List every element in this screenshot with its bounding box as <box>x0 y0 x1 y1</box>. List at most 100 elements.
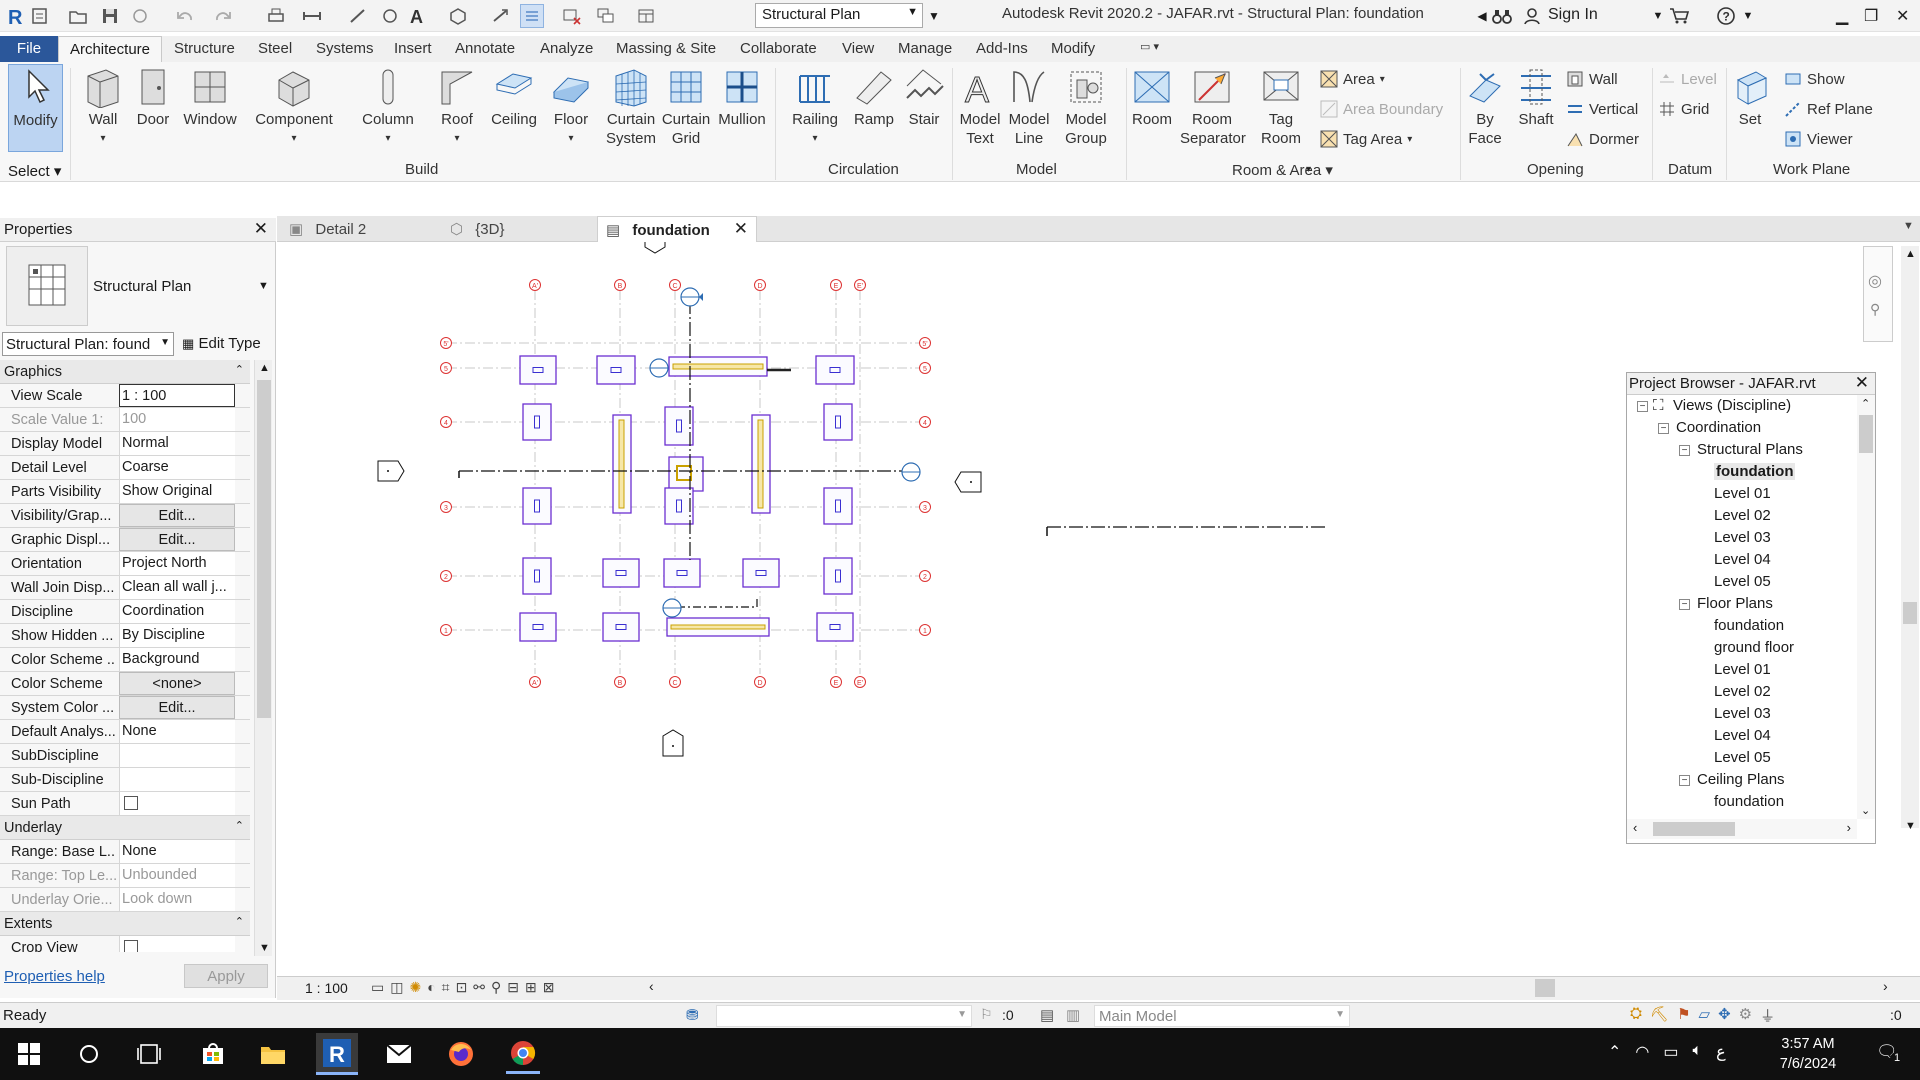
grid-label[interactable]: D <box>757 680 762 687</box>
grid-label[interactable]: B <box>618 680 623 687</box>
property-value[interactable]: <none> <box>119 672 235 695</box>
close-tab-icon[interactable]: ✕ <box>734 219 748 239</box>
tab-massing-site[interactable]: Massing & Site <box>616 40 716 57</box>
unlock-3d-icon[interactable]: ⚯ <box>473 979 485 996</box>
wall-button[interactable]: Wall ▾ <box>80 66 126 148</box>
select-by-face-icon[interactable]: ▱ <box>1699 1005 1711 1026</box>
select-dropdown[interactable]: Select ▾ <box>8 162 61 180</box>
search-icon[interactable] <box>72 1037 106 1071</box>
grid-label[interactable]: 2 <box>923 574 927 581</box>
tag-area-button[interactable]: Tag Area ▾ <box>1320 130 1412 148</box>
elevation-marker[interactable] <box>377 460 405 482</box>
dormer-button[interactable]: Dormer <box>1566 130 1639 148</box>
tree-item[interactable]: Level 01 <box>1714 661 1771 678</box>
tree-item[interactable]: Views (Discipline) <box>1673 397 1791 414</box>
scroll-down-icon[interactable]: ▼ <box>259 942 270 954</box>
grid-label[interactable]: 1 <box>923 628 927 635</box>
footing[interactable] <box>596 355 636 385</box>
show-crop-icon[interactable]: ⊡ <box>456 979 468 996</box>
tree-item[interactable]: foundation <box>1714 617 1784 634</box>
elevation-marker-dot[interactable] <box>970 481 972 483</box>
modify-button[interactable]: Modify <box>8 64 63 152</box>
redo-icon[interactable] <box>210 4 234 28</box>
design-options-icon[interactable]: ▤ <box>1040 1006 1054 1024</box>
room-separator-button[interactable]: Room Separator <box>1180 66 1246 148</box>
group-graphics[interactable]: Graphics ⌃ <box>0 360 250 384</box>
text-icon[interactable]: A <box>406 4 430 28</box>
elevation-marker[interactable] <box>954 471 982 493</box>
tree-collapse-toggle[interactable]: − <box>1658 423 1669 434</box>
section-icon[interactable] <box>488 4 512 28</box>
grid-label[interactable]: B <box>618 283 623 290</box>
grid-label[interactable]: 4 <box>444 420 448 427</box>
tree-item[interactable]: Level 02 <box>1714 507 1771 524</box>
elevation-marker[interactable] <box>662 729 684 757</box>
scroll-down-icon[interactable]: ▼ <box>1905 820 1916 832</box>
tree-item[interactable]: Level 04 <box>1714 727 1771 744</box>
property-value[interactable]: Background <box>119 648 235 671</box>
property-checkbox-cell[interactable] <box>119 936 235 952</box>
open-doc-icon[interactable] <box>28 4 52 28</box>
tree-collapse-toggle[interactable]: − <box>1679 599 1690 610</box>
temporary-hide-icon[interactable]: ⚲ <box>491 979 501 996</box>
open-folder-icon[interactable] <box>66 4 90 28</box>
grid-label[interactable]: 5 <box>444 366 448 373</box>
grid-label[interactable]: A' <box>532 283 538 290</box>
grid-label[interactable]: C <box>672 680 677 687</box>
aligned-dimension-icon[interactable] <box>346 4 370 28</box>
close-icon[interactable]: ✕ <box>1855 373 1869 393</box>
tree-item[interactable]: foundation <box>1714 793 1784 810</box>
grid-label[interactable]: E' <box>857 283 863 290</box>
analytical-model-icon[interactable]: ⊠ <box>543 979 555 996</box>
elevation-marker-dot[interactable] <box>387 470 389 472</box>
scroll-down-icon[interactable]: ⌄ <box>1861 804 1870 817</box>
property-value[interactable]: None <box>119 720 235 743</box>
canvas-h-scrollbar[interactable] <box>667 979 1863 997</box>
tab-view[interactable]: View <box>842 40 874 57</box>
editable-only-icon[interactable]: ⚐ <box>980 1006 993 1023</box>
elevation-marker[interactable] <box>644 242 666 254</box>
footing[interactable] <box>664 406 694 446</box>
area-button[interactable]: Area ▾ <box>1320 70 1385 88</box>
footing[interactable] <box>815 355 855 385</box>
curtain-system-button[interactable]: Curtain System <box>602 66 660 148</box>
grid-label[interactable]: 3 <box>923 505 927 512</box>
tab-architecture[interactable]: Architecture <box>58 36 162 62</box>
tab-manage[interactable]: Manage <box>898 40 952 57</box>
room-area-panel-label[interactable]: Room & Area ▾ <box>1232 161 1333 179</box>
tree-item[interactable]: Level 05 <box>1714 749 1771 766</box>
footing[interactable] <box>602 612 640 642</box>
type-dropdown-icon[interactable]: ▼ <box>258 280 269 292</box>
wall-opening-button[interactable]: Wall <box>1566 70 1618 88</box>
tree-collapse-toggle[interactable]: − <box>1679 775 1690 786</box>
footing[interactable] <box>742 558 780 588</box>
scroll-up-icon[interactable]: ▲ <box>259 362 270 374</box>
minimize-button[interactable]: ▁ <box>1836 6 1848 26</box>
column-button[interactable]: Column ▾ <box>360 66 416 148</box>
curtain-grid-button[interactable]: Curtain Grid <box>660 66 712 148</box>
switch-windows-icon[interactable] <box>594 4 618 28</box>
tab-annotate[interactable]: Annotate <box>455 40 515 57</box>
scroll-thumb[interactable] <box>257 380 271 718</box>
property-value[interactable]: By Discipline <box>119 624 235 647</box>
sync-icon[interactable] <box>128 4 152 28</box>
footing[interactable] <box>602 558 640 588</box>
scroll-right-icon[interactable]: › <box>1847 820 1851 835</box>
section-line[interactable] <box>677 599 758 608</box>
help-dropdown-icon[interactable]: ▼ <box>1736 4 1760 28</box>
close-hidden-windows-icon[interactable] <box>560 4 584 28</box>
checkbox[interactable] <box>124 940 138 952</box>
checkbox[interactable] <box>124 796 138 810</box>
tree-item[interactable]: Level 03 <box>1714 529 1771 546</box>
property-value[interactable]: Edit... <box>119 504 235 527</box>
scroll-right-icon[interactable]: › <box>1883 978 1888 994</box>
ref-plane-button[interactable]: Ref Plane <box>1784 100 1873 118</box>
property-value[interactable] <box>119 768 235 791</box>
property-value[interactable]: Coarse <box>119 456 235 479</box>
tab-collaborate[interactable]: Collaborate <box>740 40 817 57</box>
tree-item[interactable]: Structural Plans <box>1697 441 1803 458</box>
show-work-plane-button[interactable]: Show <box>1784 70 1845 88</box>
room-button[interactable]: Room <box>1128 66 1176 129</box>
group-extents[interactable]: Extents ⌃ <box>0 912 250 936</box>
grid-label[interactable]: A' <box>532 680 538 687</box>
